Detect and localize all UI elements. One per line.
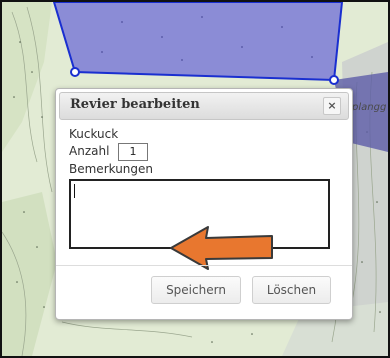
- map-place-label: plangg: [351, 102, 386, 113]
- dialog-titlebar[interactable]: Revier bearbeiten ×: [59, 92, 349, 120]
- dialog-divider: [56, 265, 352, 266]
- polygon-vertex-handle[interactable]: [329, 75, 339, 85]
- close-icon[interactable]: ×: [323, 97, 341, 115]
- dialog-title: Revier bearbeiten: [70, 97, 200, 112]
- save-button[interactable]: Speichern: [151, 276, 241, 304]
- polygon-vertex-handle[interactable]: [70, 67, 80, 77]
- screenshot-frame: plangg Revier bearbeiten × Kuckuck Anzah…: [0, 0, 390, 358]
- species-name: Kuckuck: [69, 127, 119, 141]
- text-caret: [74, 184, 75, 198]
- edit-territory-dialog: Revier bearbeiten × Kuckuck Anzahl 1 Bem…: [55, 88, 353, 320]
- count-input[interactable]: 1: [118, 143, 148, 161]
- remarks-label: Bemerkungen: [69, 162, 154, 176]
- delete-button[interactable]: Löschen: [252, 276, 331, 304]
- left-arrow-icon: [170, 226, 273, 270]
- count-label: Anzahl: [69, 144, 110, 158]
